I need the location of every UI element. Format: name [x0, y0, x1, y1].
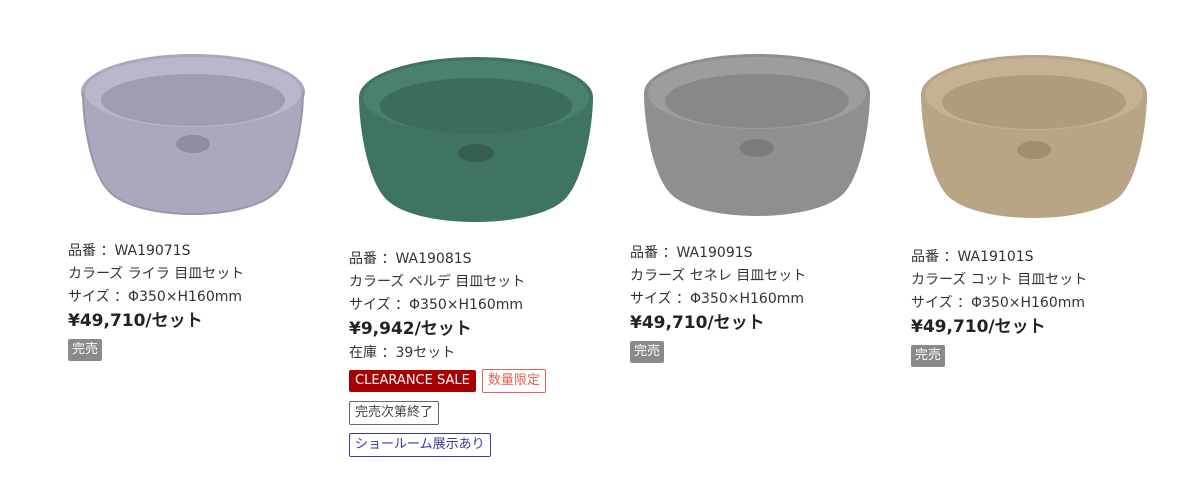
product-number: 品番 ：WA19101S	[911, 249, 1034, 265]
product-image[interactable]	[921, 0, 1181, 240]
limited-quantity-badge: 数量限定	[481, 369, 546, 393]
product-color: カラーズ ベルデ 目皿セット	[349, 274, 526, 290]
product-price: ¥49,710/セット	[911, 317, 1046, 337]
product-price: ¥49,710/セット	[630, 313, 765, 333]
product-price: ¥9,942/セット	[349, 319, 472, 339]
product-image[interactable]	[644, 0, 904, 240]
product-size: サイズ ：Φ350×H160mm	[68, 289, 243, 305]
clearance-sale-badge: CLEARANCE SALE	[349, 370, 476, 392]
sold-out-badge: 完売	[911, 345, 946, 367]
product-number: 品番 ：WA19091S	[630, 245, 753, 261]
product-number: 品番 ：WA19081S	[349, 251, 472, 267]
showroom-display-badge: ショールーム展示あり	[349, 433, 491, 457]
product-image[interactable]	[80, 0, 340, 240]
sold-out-badge: 完売	[630, 341, 665, 363]
product-color: カラーズ セネレ 目皿セット	[630, 268, 807, 284]
product-size: サイズ ：Φ350×H160mm	[349, 297, 524, 313]
product-color: カラーズ コット 目皿セット	[911, 272, 1088, 288]
product-price: ¥49,710/セット	[68, 311, 203, 331]
product-color: カラーズ ライラ 目皿セット	[68, 266, 245, 282]
product-number: 品番 ：WA19071S	[68, 243, 191, 259]
product-stock: 在庫 ：39セット	[349, 345, 456, 361]
product-size: サイズ ：Φ350×H160mm	[630, 291, 805, 307]
sold-out-badge: 完売	[68, 339, 103, 361]
ends-when-sold-out-badge: 完売次第終了	[349, 401, 440, 425]
product-image[interactable]	[359, 0, 619, 240]
product-size: サイズ ：Φ350×H160mm	[911, 295, 1086, 311]
